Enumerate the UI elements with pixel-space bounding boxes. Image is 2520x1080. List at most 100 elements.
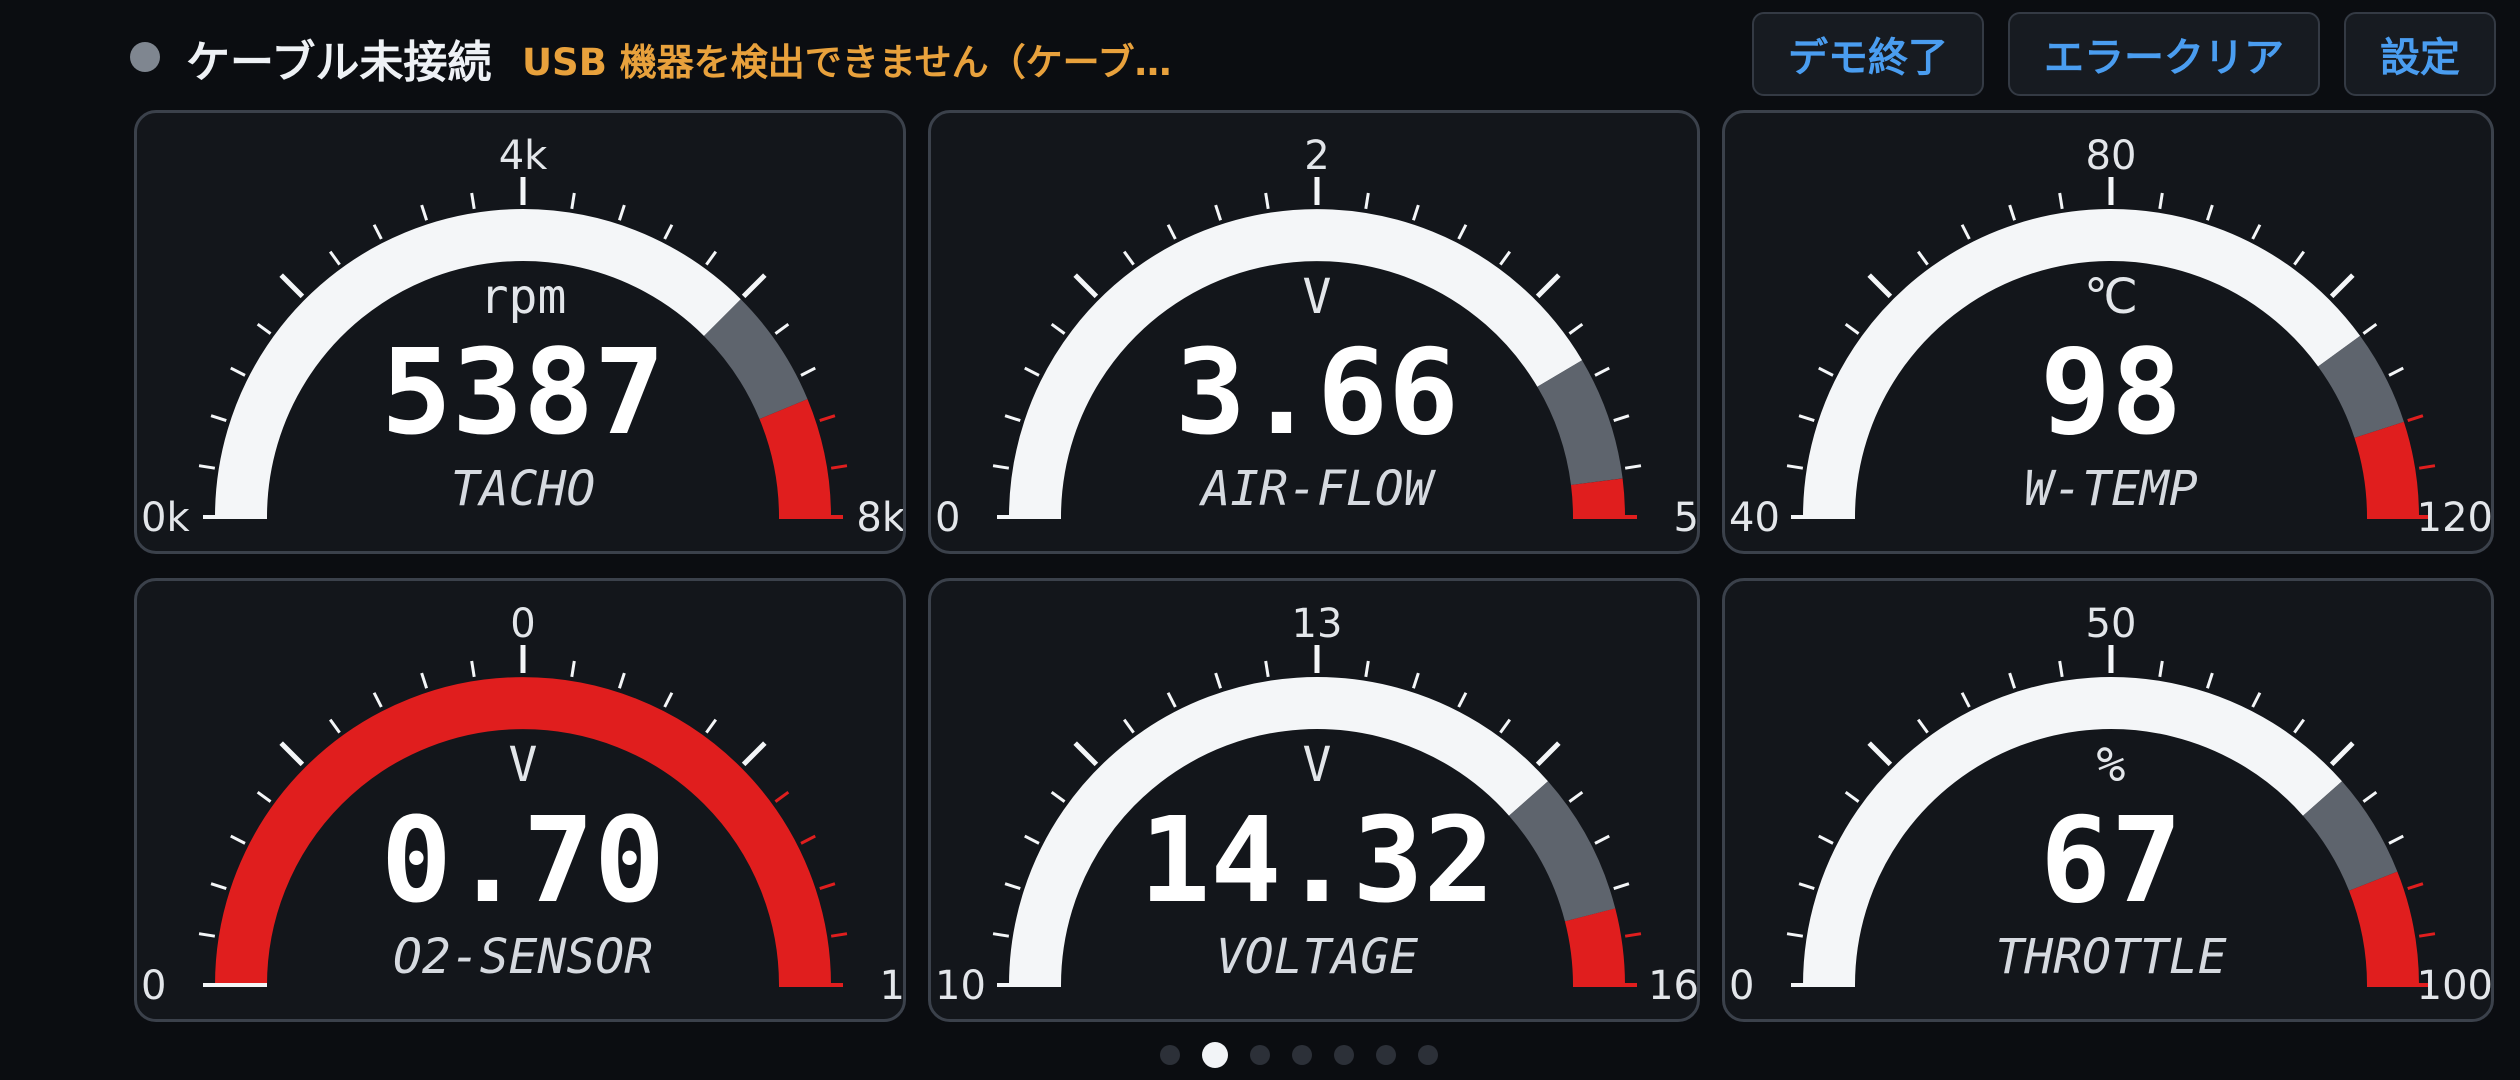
gauge-card-o2-sensor[interactable]: 0 0 1 V 0.70 O2-SENSOR (134, 578, 906, 1022)
gauge-major-tick (2329, 741, 2355, 767)
gauge-minor-tick (1844, 790, 1860, 803)
gauge-minor-tick (1916, 250, 1929, 266)
gauge-minor-tick (570, 660, 576, 678)
page-dot[interactable] (1250, 1045, 1270, 1065)
gauge-name: W-TEMP (2024, 461, 2197, 517)
gauge-minor-tick (256, 322, 272, 335)
gauge-card-w-temp[interactable]: 40 80 120 ℃ 98 W-TEMP (1722, 110, 2494, 554)
gauge-arc-warning (2302, 781, 2398, 892)
gauge-name: THROTTLE (1995, 929, 2226, 985)
gauge-card-throttle[interactable]: 0 50 100% 67 THROTTLE (1722, 578, 2494, 1022)
gauge-arc-warning (2317, 335, 2404, 439)
gauge-card-voltage[interactable]: 10 13 16 V 14.32 VOLTAGE (928, 578, 1700, 1022)
gauge-minor-tick (992, 464, 1010, 470)
gauge-name: TACHO (451, 461, 596, 517)
page-dot[interactable] (1160, 1045, 1180, 1065)
gauge-max-label: 120 (2417, 495, 2493, 541)
gauge-minor-tick (663, 692, 674, 708)
gauge-minor-tick (1024, 366, 1040, 377)
gauge-mid-label: 50 (2086, 601, 2137, 647)
page-dot[interactable] (1292, 1045, 1312, 1065)
gauge-minor-tick (617, 672, 626, 689)
gauge-minor-tick (800, 366, 816, 377)
gauge-max-label: 1 (880, 963, 905, 1009)
gauge-name: O2-SENSOR (393, 929, 653, 985)
gauge-unit: V (1303, 269, 1332, 325)
gauge-minor-tick (1364, 192, 1370, 210)
gauge-minor-tick (1844, 322, 1860, 335)
gauge-mid-label: 4k (499, 133, 548, 179)
gauge-minor-tick (372, 224, 383, 240)
gauge-min-label: 0 (141, 963, 166, 1009)
page-dot[interactable] (1418, 1045, 1438, 1065)
gauge-minor-tick (1568, 790, 1584, 803)
gauge-major-tick (1867, 741, 1893, 767)
gauge-minor-tick (1499, 718, 1512, 734)
gauge-minor-tick (1214, 672, 1223, 689)
gauge-value: 98 (2040, 323, 2182, 461)
gauge-minor-tick (1499, 250, 1512, 266)
gauge-minor-tick (230, 834, 246, 845)
gauge-minor-tick (1214, 204, 1223, 221)
gauge-major-tick (741, 273, 767, 299)
gauge-dial: 0 2 5 V3.66AIR-FLOW (935, 133, 1697, 541)
gauge-major-tick (279, 273, 305, 299)
error-clear-button[interactable]: エラークリア (2008, 12, 2320, 96)
gauge-card-tacho[interactable]: 0k 4k 8k rpm 5387 TACHO (134, 110, 906, 554)
gauge-minor-tick (1264, 192, 1270, 210)
gauge-minor-tick (1613, 414, 1630, 423)
gauge-minor-tick (2407, 414, 2424, 423)
gauge-card-air-flow[interactable]: 0 2 5 V 3.66 AIR-FLOW (928, 110, 1700, 554)
gauge-minor-tick (1798, 882, 1815, 891)
gauge-major-tick (741, 741, 767, 767)
gauge-minor-tick (2388, 366, 2404, 377)
gauge-name: VOLTAGE (1216, 929, 1418, 985)
gauge-value: 0.70 (381, 791, 665, 929)
page-dot-active[interactable] (1202, 1042, 1228, 1068)
gauge-minor-tick (2407, 882, 2424, 891)
page-dot[interactable] (1376, 1045, 1396, 1065)
gauge-arc-warning (703, 299, 808, 420)
status-message: USB 機器を検出できません（ケーブ… (522, 41, 1172, 84)
connection-status-dot (130, 42, 160, 72)
gauge-major-tick (279, 741, 305, 767)
page-indicator[interactable] (1160, 1040, 1460, 1070)
gauge-arc-danger (759, 399, 831, 518)
gauge-minor-tick (1624, 932, 1642, 938)
gauge-minor-tick (1364, 660, 1370, 678)
gauge-max-label: 16 (1648, 963, 1699, 1009)
gauge-min-label: 40 (1729, 495, 1780, 541)
gauge-minor-tick (1916, 718, 1929, 734)
gauge-minor-tick (1818, 834, 1834, 845)
gauge-arc-danger (2354, 421, 2419, 518)
gauge-minor-tick (2293, 250, 2306, 266)
gauge-minor-tick (2205, 672, 2214, 689)
gauge-arc-warning (1508, 781, 1616, 922)
settings-button[interactable]: 設定 (2344, 12, 2496, 96)
gauge-minor-tick (198, 464, 216, 470)
top-bar: ケーブル未接続 USB 機器を検出できません（ケーブ… デモ終了 エラークリア … (0, 0, 2520, 110)
gauge-minor-tick (1004, 414, 1021, 423)
gauge-minor-tick (2418, 932, 2436, 938)
gauge-minor-tick (2058, 660, 2064, 678)
gauge-minor-tick (1411, 204, 1420, 221)
gauge-minor-tick (328, 718, 341, 734)
gauge-minor-tick (2058, 192, 2064, 210)
gauge-minor-tick (819, 882, 836, 891)
gauge-major-tick (1073, 741, 1099, 767)
gauge-minor-tick (617, 204, 626, 221)
gauge-minor-tick (705, 250, 718, 266)
gauge-minor-tick (1166, 224, 1177, 240)
page-dot[interactable] (1334, 1045, 1354, 1065)
gauge-minor-tick (230, 366, 246, 377)
demo-end-button[interactable]: デモ終了 (1752, 12, 1984, 96)
gauge-minor-tick (1122, 250, 1135, 266)
gauge-minor-tick (663, 224, 674, 240)
gauge-minor-tick (2158, 660, 2164, 678)
gauge-unit: rpm (480, 269, 567, 325)
gauge-minor-tick (2418, 464, 2436, 470)
gauge-minor-tick (800, 834, 816, 845)
gauge-major-tick (1535, 741, 1561, 767)
gauge-minor-tick (1594, 366, 1610, 377)
gauge-minor-tick (570, 192, 576, 210)
